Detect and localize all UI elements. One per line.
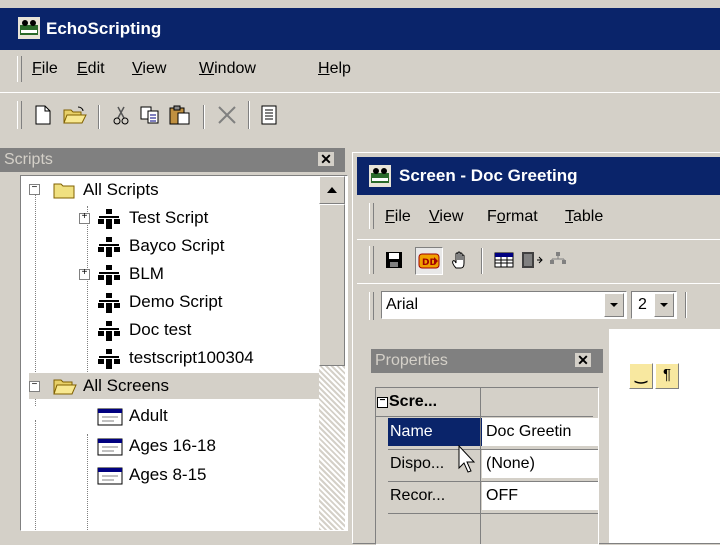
screen-window-title-bar[interactable]: Screen - Doc Greeting — [357, 157, 720, 195]
document-canvas[interactable]: ‿ ¶ — [609, 329, 720, 543]
property-name-value[interactable]: Doc Greetin — [482, 418, 598, 446]
hierarchy-icon — [550, 252, 566, 264]
scripts-panel-close-icon[interactable]: ✕ — [318, 152, 334, 166]
scripts-tree: − All Scripts + Test Script Bayco Script… — [20, 175, 348, 531]
script-icon — [97, 237, 121, 262]
screen-window-title: Screen - Doc Greeting — [399, 166, 578, 185]
scissors-icon — [113, 106, 129, 125]
script-icon — [97, 293, 121, 318]
script-icon — [97, 349, 121, 374]
open-folder-icon — [63, 106, 87, 124]
menu-view[interactable]: View — [132, 60, 166, 78]
menu-edit[interactable]: Edit — [77, 60, 105, 78]
screen-app-icon — [369, 165, 391, 187]
expand-toggle-icon[interactable]: + — [79, 269, 90, 280]
script-icon — [97, 265, 121, 290]
property-name-label[interactable]: Name — [388, 418, 482, 446]
font-dropdown-button[interactable] — [604, 293, 624, 317]
play-preview-icon: DD — [418, 253, 440, 269]
property-category-row[interactable]: − Scre... — [376, 388, 481, 417]
screen-icon — [97, 407, 123, 432]
scroll-up-button[interactable] — [319, 176, 345, 204]
scripts-vertical-scrollbar[interactable] — [319, 176, 345, 530]
main-toolbar — [0, 92, 720, 139]
app-title-bar[interactable]: EchoScripting — [0, 8, 720, 50]
property-record-value[interactable]: OFF — [482, 482, 598, 510]
expand-toggle-icon[interactable]: + — [79, 213, 90, 224]
screen-window: Screen - Doc Greeting File View Format T… — [352, 152, 720, 545]
delete-button[interactable] — [214, 102, 240, 128]
screen-menu-table[interactable]: Table — [565, 208, 603, 226]
property-record-label[interactable]: Recor... — [388, 482, 482, 510]
app-title: EchoScripting — [46, 19, 162, 38]
size-dropdown-button[interactable] — [654, 293, 674, 317]
open-file-button[interactable] — [62, 102, 88, 128]
screen-menu-view[interactable]: View — [429, 208, 463, 226]
properties-panel: Properties ✕ − Scre... Name Doc Greetin … — [371, 349, 603, 545]
copy-icon — [140, 106, 159, 124]
insert-column-button[interactable] — [519, 247, 545, 273]
properties-panel-title: Properties — [375, 352, 448, 369]
script-icon — [97, 321, 121, 346]
font-family-select[interactable]: Arial — [381, 291, 627, 319]
scripts-panel: Scripts ✕ − All Scripts + Test Script Ba… — [0, 142, 348, 531]
property-display-value[interactable]: (None) — [482, 450, 598, 478]
screen-menu-file[interactable]: File — [385, 208, 411, 226]
chevron-down-icon — [610, 303, 618, 307]
scripts-panel-header: Scripts ✕ — [0, 148, 345, 172]
cut-button[interactable] — [108, 102, 134, 128]
hand-tool-button[interactable] — [447, 247, 473, 273]
table-icon — [494, 252, 514, 268]
main-menu-bar: File Edit View Window Help — [0, 50, 720, 90]
new-file-button[interactable] — [30, 102, 56, 128]
script-icon — [97, 209, 121, 234]
paste-button[interactable] — [167, 102, 193, 128]
screen-menu-format[interactable]: Format — [487, 208, 538, 226]
properties-close-icon[interactable]: ✕ — [575, 353, 591, 367]
font-size-select[interactable]: 2 — [631, 291, 677, 319]
screen-icon — [97, 437, 123, 462]
menu-window[interactable]: Window — [199, 60, 256, 78]
floppy-disk-icon — [386, 252, 402, 268]
delete-x-icon — [218, 106, 236, 124]
properties-grid: − Scre... Name Doc Greetin Dispo... (Non… — [375, 387, 599, 545]
paragraph-mark-bold-button[interactable]: ‿ — [629, 363, 653, 389]
scroll-thumb[interactable] — [319, 204, 345, 366]
font-toolbar: Arial 2 — [357, 283, 720, 326]
scripts-panel-title: Scripts — [4, 151, 53, 168]
folder-icon — [53, 181, 75, 204]
app-icon — [18, 17, 40, 39]
preview-toggle-button[interactable]: DD — [415, 247, 443, 275]
screen-menu-bar: File View Format Table — [357, 199, 720, 235]
tree-item-all-screens[interactable]: − All Screens — [29, 373, 319, 399]
chevron-down-icon — [660, 303, 668, 307]
copy-button[interactable] — [137, 102, 163, 128]
pilcrow-icon[interactable]: ¶ — [655, 363, 679, 389]
collapse-toggle-icon[interactable]: − — [29, 381, 40, 392]
screen-icon — [97, 466, 123, 491]
menu-help[interactable]: Help — [318, 60, 351, 78]
paste-icon — [169, 105, 190, 125]
open-folder-icon — [53, 377, 77, 400]
tree-structure-button[interactable] — [545, 247, 571, 273]
hand-icon — [452, 251, 465, 269]
screen-toolbar: DD — [357, 239, 720, 280]
new-document-icon — [35, 105, 51, 125]
insert-table-button[interactable] — [491, 247, 517, 273]
properties-panel-header: Properties ✕ — [371, 349, 603, 373]
collapse-toggle-icon[interactable]: − — [377, 396, 388, 408]
menu-file[interactable]: File — [32, 60, 58, 78]
mouse-pointer-icon — [458, 444, 478, 475]
form-icon — [261, 105, 277, 125]
save-button[interactable] — [381, 247, 407, 273]
properties-button[interactable] — [256, 102, 282, 128]
arrow-up-icon — [327, 187, 337, 193]
insert-column-icon — [522, 252, 543, 268]
collapse-toggle-icon[interactable]: − — [29, 184, 40, 195]
